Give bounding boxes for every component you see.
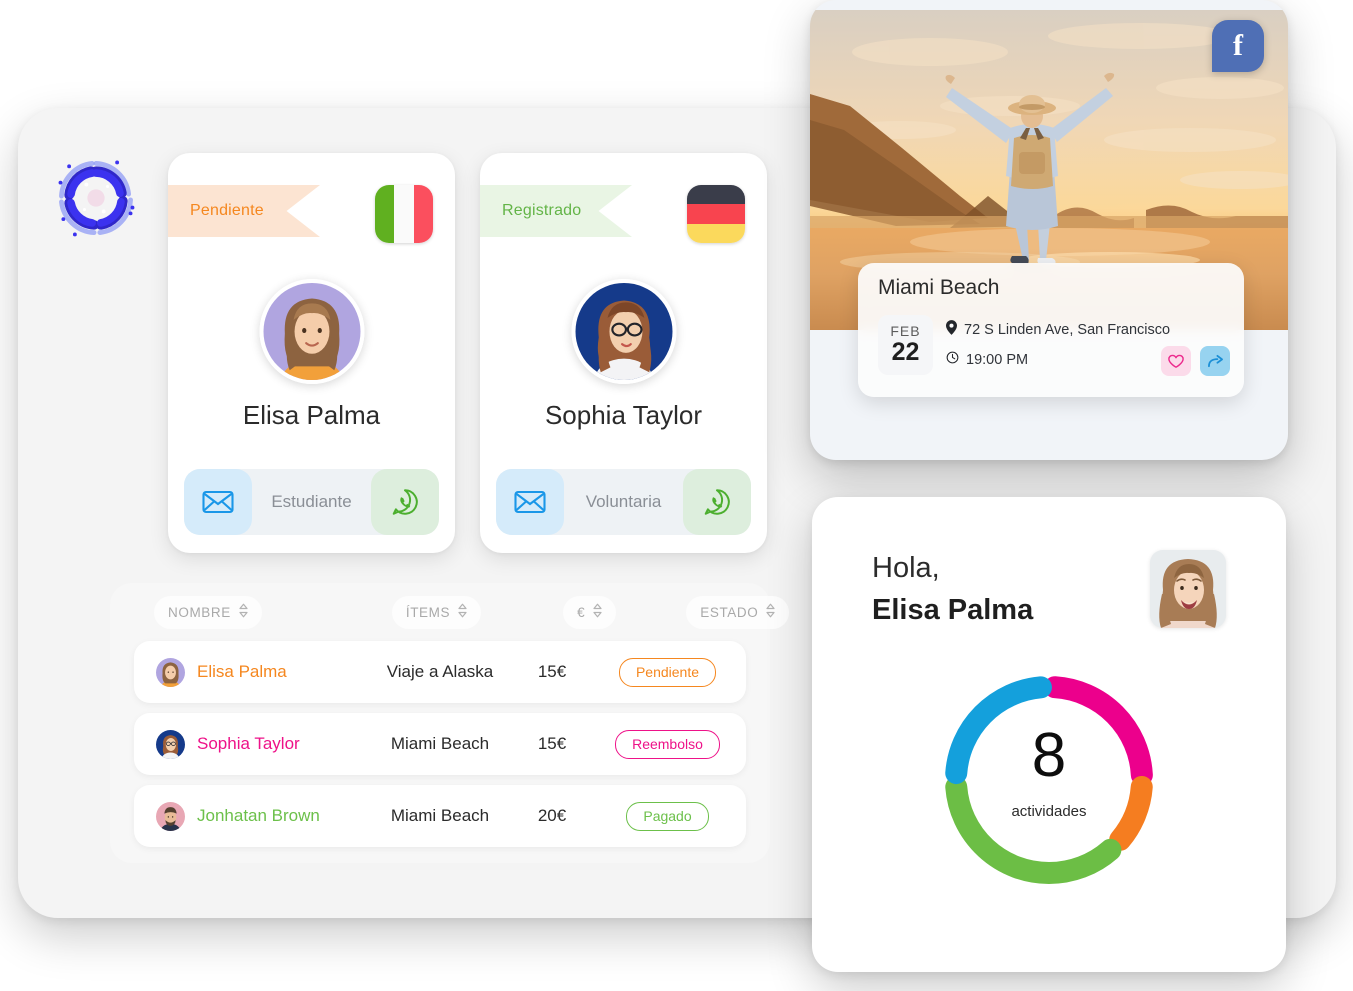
event-location: 72 S Linden Ave, San Francisco [964, 321, 1171, 338]
status-badge: Pendiente [618, 657, 717, 687]
row-amount: 15€ [537, 734, 567, 753]
envelope-icon[interactable] [496, 469, 564, 535]
avatar [156, 729, 185, 759]
event-day: 22 [891, 337, 920, 366]
profile-role: Voluntaria [585, 492, 662, 511]
profile-card-elisa-palma[interactable]: Pendiente Elisa Palma Estudiante [168, 153, 455, 553]
table-row[interactable]: Elisa Palma Viaje a Alaska 15€ Pendiente [134, 641, 746, 703]
row-status-cell: Pagado [589, 801, 746, 831]
event-actions [1161, 346, 1230, 376]
status-badge: Pagado [626, 801, 709, 831]
whatsapp-icon[interactable] [371, 469, 439, 535]
profile-name: Sophia Taylor [544, 400, 703, 430]
profile-name: Elisa Palma [242, 400, 381, 430]
row-name: Elisa Palma [197, 662, 287, 681]
table-header-row: NOMBRE ÍTEMS € ESTADO [110, 583, 790, 641]
avatar [571, 279, 676, 384]
card-action-bar: Voluntaria [496, 469, 751, 535]
column-label: NOMBRE [168, 604, 231, 620]
column-header-nombre[interactable]: NOMBRE [154, 595, 262, 629]
envelope-icon[interactable] [184, 469, 252, 535]
avatar [259, 279, 364, 384]
table-row[interactable]: Sophia Taylor Miami Beach 15€ Reembolso [134, 713, 746, 775]
whatsapp-icon[interactable] [683, 469, 751, 535]
sort-icon[interactable] [458, 603, 467, 621]
greeting-card: Hola, Elisa Palma 8 actividades [812, 497, 1286, 972]
status-badge: Reembolso [615, 729, 720, 759]
facebook-glyph: f [1233, 29, 1243, 62]
row-amount: 15€ [537, 662, 567, 681]
avatar [1150, 550, 1226, 628]
row-name: Jonhatan Brown [197, 806, 320, 825]
event-date-block: FEB 22 [878, 315, 933, 375]
event-card[interactable]: f Miami Beach FEB 22 72 S Linden Ave, Sa… [810, 0, 1288, 460]
event-time: 19:00 PM [966, 351, 1029, 368]
flag-icon-germany [687, 185, 745, 243]
column-header-estado[interactable]: ESTADO [686, 595, 790, 629]
event-info-panel: Miami Beach FEB 22 72 S Linden Ave, San … [858, 263, 1244, 397]
table-row[interactable]: Jonhatan Brown Miami Beach 20€ Pagado [134, 785, 746, 847]
event-location-line: 72 S Linden Ave, San Francisco [946, 320, 1170, 339]
heart-icon[interactable] [1161, 346, 1191, 376]
activities-table: NOMBRE ÍTEMS € ESTADO Elisa Palma Viaje … [110, 583, 790, 863]
galaxy-spiral-logo [48, 150, 144, 246]
column-label: € [577, 604, 586, 620]
row-name: Sophia Taylor [197, 734, 300, 753]
row-status-cell: Pendiente [589, 657, 746, 687]
activities-count: 8 [1031, 721, 1067, 790]
status-ribbon: Registrado [480, 185, 632, 237]
row-item: Miami Beach [390, 806, 490, 825]
activities-donut-chart: 8 actividades [934, 665, 1164, 895]
row-item: Viaje a Alaska [386, 662, 494, 681]
avatar [156, 657, 185, 687]
greeting-name: Elisa Palma [872, 594, 1034, 627]
column-header-euro[interactable]: € [563, 595, 617, 629]
column-label: ÍTEMS [405, 604, 451, 620]
row-item: Miami Beach [390, 734, 490, 753]
event-time-line: 19:00 PM [946, 351, 1028, 368]
avatar [156, 801, 185, 831]
profile-role: Estudiante [271, 492, 352, 511]
status-ribbon: Pendiente [168, 185, 320, 237]
row-amount: 20€ [537, 806, 567, 825]
event-month: FEB [890, 322, 921, 339]
column-header-items[interactable]: ÍTEMS [391, 595, 482, 629]
profile-card-sophia-taylor[interactable]: Registrado Sophia Taylor Voluntaria [480, 153, 767, 553]
map-pin-icon [946, 320, 957, 339]
event-title: Miami Beach [878, 276, 1000, 299]
activities-label: actividades [1011, 803, 1087, 820]
column-label: ESTADO [700, 604, 759, 620]
card-action-bar: Estudiante [184, 469, 439, 535]
greeting-text: Hola, Elisa Palma [872, 547, 1033, 631]
sort-icon[interactable] [593, 603, 602, 621]
flag-icon-italy [375, 185, 433, 243]
sort-icon[interactable] [239, 603, 248, 621]
greeting-line: Hola, [872, 552, 940, 584]
screenshot-stage: Pendiente Elisa Palma Estudiante Registr… [0, 0, 1353, 991]
clock-icon [946, 351, 959, 368]
sort-icon[interactable] [766, 603, 775, 621]
row-status-cell: Reembolso [589, 729, 746, 759]
facebook-icon[interactable]: f [1212, 20, 1264, 72]
share-arrow-icon[interactable] [1200, 346, 1230, 376]
